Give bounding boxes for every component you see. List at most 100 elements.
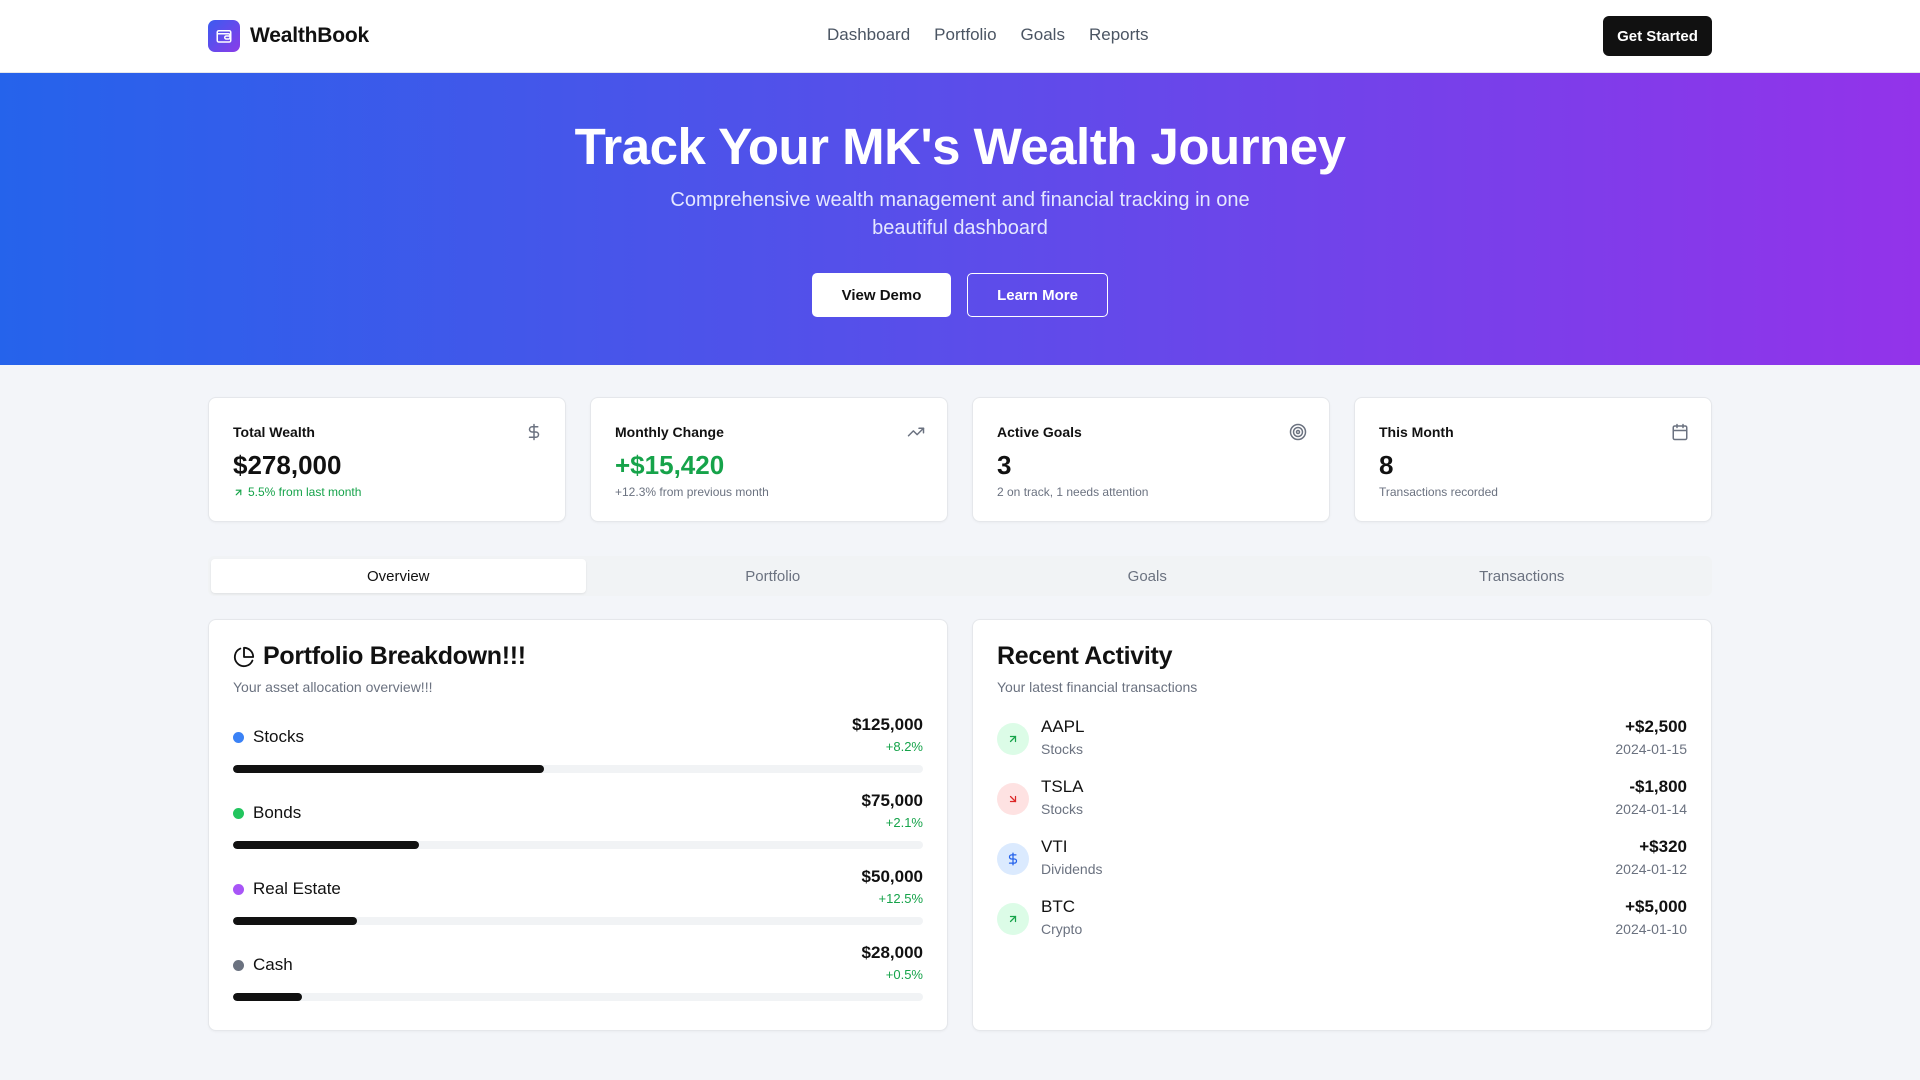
stat-value: +$15,420: [615, 450, 725, 480]
activity-category: Stocks: [1041, 801, 1084, 817]
stat-label: Total Wealth: [233, 424, 315, 440]
activity-amount: +$320: [1639, 837, 1687, 856]
asset-amount: $50,000: [861, 867, 923, 886]
tab-transactions[interactable]: Transactions: [1335, 559, 1710, 593]
activity-category: Dividends: [1041, 861, 1103, 877]
tab-bar: Overview Portfolio Goals Transactions: [208, 556, 1712, 596]
dollar-icon: [528, 423, 540, 441]
nav-link-goals[interactable]: Goals: [1021, 25, 1065, 45]
activity-item[interactable]: AAPL Stocks +$2,500 2024-01-15: [997, 717, 1687, 777]
portfolio-breakdown-card: Portfolio Breakdown!!! Your asset alloca…: [208, 619, 948, 1031]
stat-card-monthly-change: Monthly Change +$15,420 +12.3% from prev…: [590, 397, 948, 522]
asset-name: Bonds: [233, 803, 301, 823]
nav-link-dashboard[interactable]: Dashboard: [827, 25, 910, 45]
activity-item[interactable]: VTI Dividends +$320 2024-01-12: [997, 837, 1687, 897]
asset-dot: [233, 959, 244, 971]
stat-note: 2 on track, 1 needs attention: [997, 485, 1149, 499]
allocation-bar: [233, 917, 923, 925]
top-navbar: WealthBook Dashboard Portfolio Goals Rep…: [0, 0, 1920, 73]
allocation-bar-fill: [233, 993, 302, 1001]
hero-banner: Track Your MK's Wealth Journey Comprehen…: [0, 73, 1920, 365]
stats-row: Total Wealth $278,000 5.5% from last mon…: [208, 397, 1712, 522]
asset-change: +2.1%: [885, 815, 923, 830]
asset-row: Stocks $125,000 +8.2%: [233, 715, 923, 791]
asset-row: Bonds $75,000 +2.1%: [233, 791, 923, 867]
target-icon: [1289, 423, 1307, 441]
arrow-up-right-icon: [997, 903, 1029, 935]
stat-card-active-goals: Active Goals 3 2 on track, 1 needs atten…: [972, 397, 1330, 522]
tab-overview[interactable]: Overview: [211, 559, 586, 593]
stat-note-text: 5.5% from last month: [248, 485, 362, 499]
allocation-bar: [233, 841, 923, 849]
asset-dot: [233, 807, 244, 819]
allocation-bar-fill: [233, 917, 358, 925]
arrow-down-right-icon: [997, 783, 1029, 815]
asset-change: +0.5%: [885, 967, 923, 982]
stat-note: +12.3% from previous month: [615, 485, 769, 499]
pie-chart-icon: [233, 646, 255, 667]
asset-dot: [233, 883, 244, 895]
activity-subtitle: Your latest financial transactions: [997, 679, 1198, 695]
portfolio-title: Portfolio Breakdown!!!: [263, 642, 526, 670]
activity-date: 2024-01-12: [1615, 861, 1687, 877]
arrow-up-right-icon: [997, 723, 1029, 755]
asset-change: +12.5%: [878, 891, 923, 906]
nav-link-portfolio[interactable]: Portfolio: [934, 25, 996, 45]
learn-more-button[interactable]: Learn More: [967, 273, 1108, 317]
asset-amount: $125,000: [852, 715, 923, 734]
stat-value: $278,000: [233, 450, 342, 480]
asset-label: Real Estate: [253, 879, 341, 898]
activity-date: 2024-01-10: [1615, 921, 1687, 937]
activity-amount: +$2,500: [1625, 717, 1687, 736]
activity-list: AAPL Stocks +$2,500 2024-01-15 TSLA Stoc…: [997, 717, 1687, 957]
activity-date: 2024-01-15: [1615, 741, 1687, 757]
asset-dot: [233, 731, 244, 743]
asset-name: Real Estate: [233, 879, 341, 899]
nav-link-reports[interactable]: Reports: [1089, 25, 1149, 45]
asset-row: Cash $28,000 +0.5%: [233, 943, 923, 1019]
asset-row: Real Estate $50,000 +12.5%: [233, 867, 923, 943]
arrow-up-right-icon: [235, 489, 242, 495]
asset-amount: $75,000: [861, 791, 923, 810]
activity-name: TSLA: [1041, 777, 1084, 796]
activity-category: Stocks: [1041, 741, 1084, 757]
nav-links: Dashboard Portfolio Goals Reports: [827, 25, 1149, 45]
activity-item[interactable]: TSLA Stocks -$1,800 2024-01-14: [997, 777, 1687, 837]
stat-value: 3: [997, 450, 1012, 480]
asset-list: Stocks $125,000 +8.2% Bonds $75,000 +2.1…: [233, 715, 923, 1019]
stat-note: 5.5% from last month: [233, 485, 541, 499]
dollar-icon: [997, 843, 1029, 875]
activity-name: BTC: [1041, 897, 1075, 916]
activity-name: VTI: [1041, 837, 1068, 856]
hero-subtitle: Comprehensive wealth management and fina…: [670, 189, 1250, 239]
hero-buttons: View Demo Learn More: [0, 273, 1920, 317]
activity-date: 2024-01-14: [1615, 801, 1687, 817]
brand[interactable]: WealthBook: [208, 20, 369, 52]
asset-label: Cash: [253, 955, 293, 974]
activity-item[interactable]: BTC Crypto +$5,000 2024-01-10: [997, 897, 1687, 957]
activity-title: Recent Activity: [997, 642, 1173, 670]
brand-name: WealthBook: [250, 24, 369, 47]
get-started-button[interactable]: Get Started: [1603, 16, 1712, 56]
stat-label: Monthly Change: [615, 424, 724, 440]
allocation-bar: [233, 765, 923, 773]
stat-card-this-month: This Month 8 Transactions recorded: [1354, 397, 1712, 522]
trending-up-icon: [907, 427, 925, 437]
view-demo-button[interactable]: View Demo: [812, 273, 951, 317]
hero-title: Track Your MK's Wealth Journey: [574, 118, 1346, 175]
portfolio-subtitle: Your asset allocation overview!!!: [233, 679, 433, 695]
stat-label: Active Goals: [997, 424, 1082, 440]
stat-card-total-wealth: Total Wealth $278,000 5.5% from last mon…: [208, 397, 566, 522]
wallet-icon: [208, 20, 240, 52]
asset-label: Stocks: [253, 727, 305, 746]
activity-amount: +$5,000: [1625, 897, 1687, 916]
tab-goals[interactable]: Goals: [960, 559, 1335, 593]
activity-amount: -$1,800: [1629, 777, 1687, 796]
card-title: Portfolio Breakdown!!!: [233, 642, 923, 671]
allocation-bar: [233, 993, 923, 1001]
allocation-bar-fill: [233, 841, 420, 849]
stat-note: Transactions recorded: [1379, 485, 1498, 499]
stat-value: 8: [1379, 450, 1394, 480]
tab-portfolio[interactable]: Portfolio: [586, 559, 961, 593]
asset-name: Cash: [233, 955, 293, 975]
